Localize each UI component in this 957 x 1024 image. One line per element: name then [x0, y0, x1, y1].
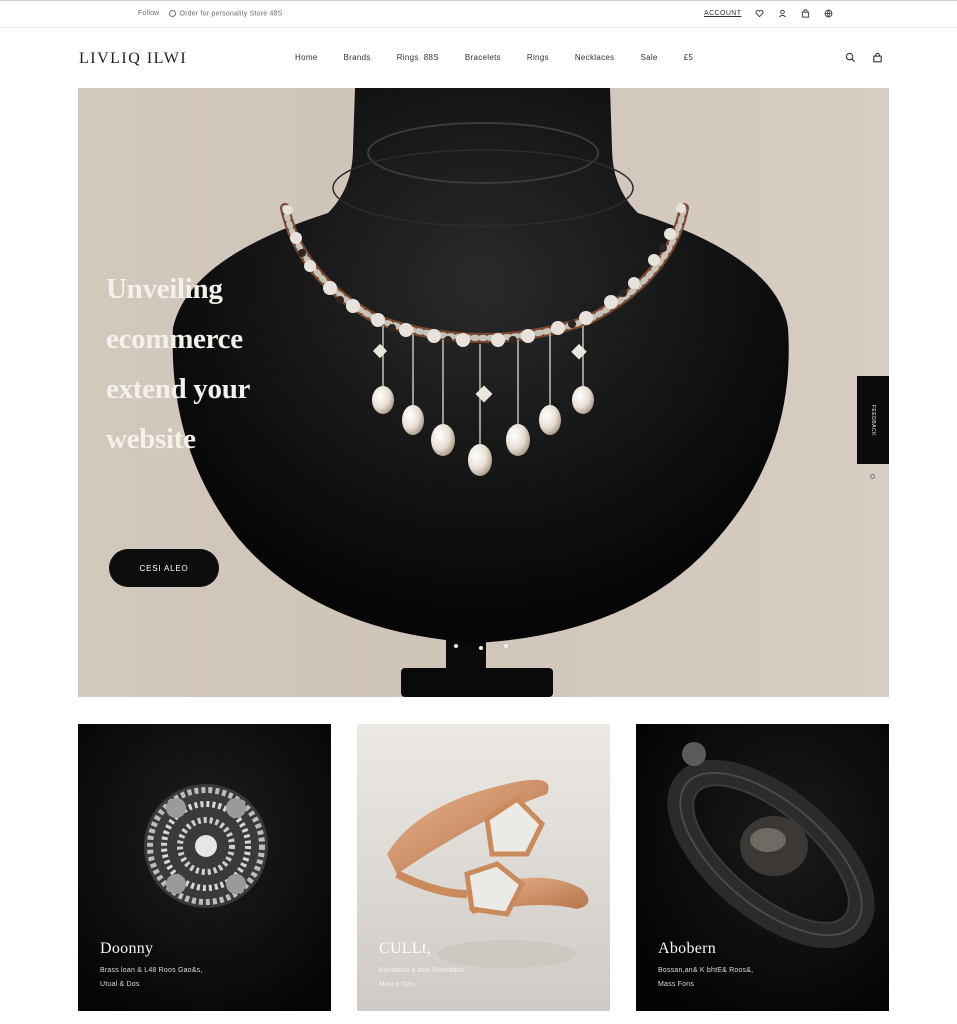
user-icon[interactable]	[778, 9, 787, 18]
hero-banner: Unveiling ecommerce extend your website …	[78, 88, 889, 697]
nav-item-rings[interactable]: Rings	[527, 53, 549, 62]
account-link[interactable]: ACCOUNT	[704, 10, 741, 17]
card-description-line: Bossan,an& K bhtE& Roos&,	[658, 967, 754, 974]
card-title: Doonny	[100, 940, 154, 957]
card-title: Abobern	[658, 940, 717, 957]
heart-icon[interactable]	[755, 9, 764, 18]
card-description-line: Kalisaloo a boo Goerdans,	[379, 967, 467, 974]
nav-item-currency[interactable]: £5	[684, 53, 694, 62]
nav-item-bracelets[interactable]: Bracelets	[465, 53, 501, 62]
card-description-line: Brass loan & L48 Roos Gao&s,	[100, 967, 203, 974]
utility-promo-text: Order for personality Store 48S	[169, 10, 282, 17]
nav-item-necklaces[interactable]: Necklaces	[575, 53, 615, 62]
category-card-bangle[interactable]: Abobern Bossan,an& K bhtE& Roos&, Mass F…	[636, 724, 889, 1011]
utility-left: Follow Order for personality Store 48S	[138, 10, 283, 17]
bag-icon[interactable]	[801, 9, 810, 18]
nav-item-home[interactable]: Home	[295, 53, 318, 62]
hero-heading-line: ecommerce	[106, 323, 243, 355]
hero-cta-button[interactable]: CESI ALEO	[109, 549, 219, 587]
main-nav: Home Brands Rings 88S Bracelets Rings Ne…	[295, 53, 693, 62]
category-card-brooch[interactable]: Doonny Brass loan & L48 Roos Gao&s, Utua…	[78, 724, 331, 1011]
site-header: LIVLIQ ILWI Home Brands Rings 88S Bracel…	[0, 28, 957, 88]
utility-promo-label: Order for personality Store 48S	[179, 10, 283, 18]
feedback-side-tab[interactable]: FEEDBACK	[857, 376, 889, 464]
slider-dot-indicator[interactable]	[870, 474, 875, 479]
globe-icon[interactable]	[824, 9, 833, 18]
utility-right: ACCOUNT	[704, 9, 833, 18]
hero-heading-line: Unveiling	[106, 273, 223, 305]
bag-icon[interactable]	[872, 52, 883, 63]
card-description-line: Mau a Dao	[379, 981, 416, 988]
utility-follow-link[interactable]: Follow	[138, 10, 159, 17]
info-icon	[169, 10, 177, 17]
category-card-ring[interactable]: CULLt, Kalisaloo a boo Goerdans, Mau a D…	[357, 724, 610, 1011]
hero-heading: Unveiling ecommerce extend your website	[106, 264, 346, 464]
card-title: CULLt,	[379, 940, 432, 957]
card-description: Brass loan & L48 Roos Gao&s, Utual & Dos	[100, 964, 300, 992]
card-description: Bossan,an& K bhtE& Roos&, Mass Fons	[658, 964, 858, 992]
nav-item-brands[interactable]: Brands	[344, 53, 371, 62]
hero-heading-line: website	[106, 423, 196, 455]
card-description: Kalisaloo a boo Goerdans, Mau a Dao	[379, 964, 579, 992]
nav-item-rings-count[interactable]: Rings 88S	[397, 53, 439, 62]
site-logo[interactable]: LIVLIQ ILWI	[79, 50, 187, 68]
category-cards: Doonny Brass loan & L48 Roos Gao&s, Utua…	[78, 724, 889, 1011]
hero-heading-line: extend your	[106, 373, 251, 405]
search-icon[interactable]	[845, 52, 856, 63]
nav-item-sale[interactable]: Sale	[640, 53, 657, 62]
card-description-line: Mass Fons	[658, 981, 695, 988]
card-description-line: Utual & Dos	[100, 981, 140, 988]
utility-bar: Follow Order for personality Store 48S A…	[0, 0, 957, 28]
